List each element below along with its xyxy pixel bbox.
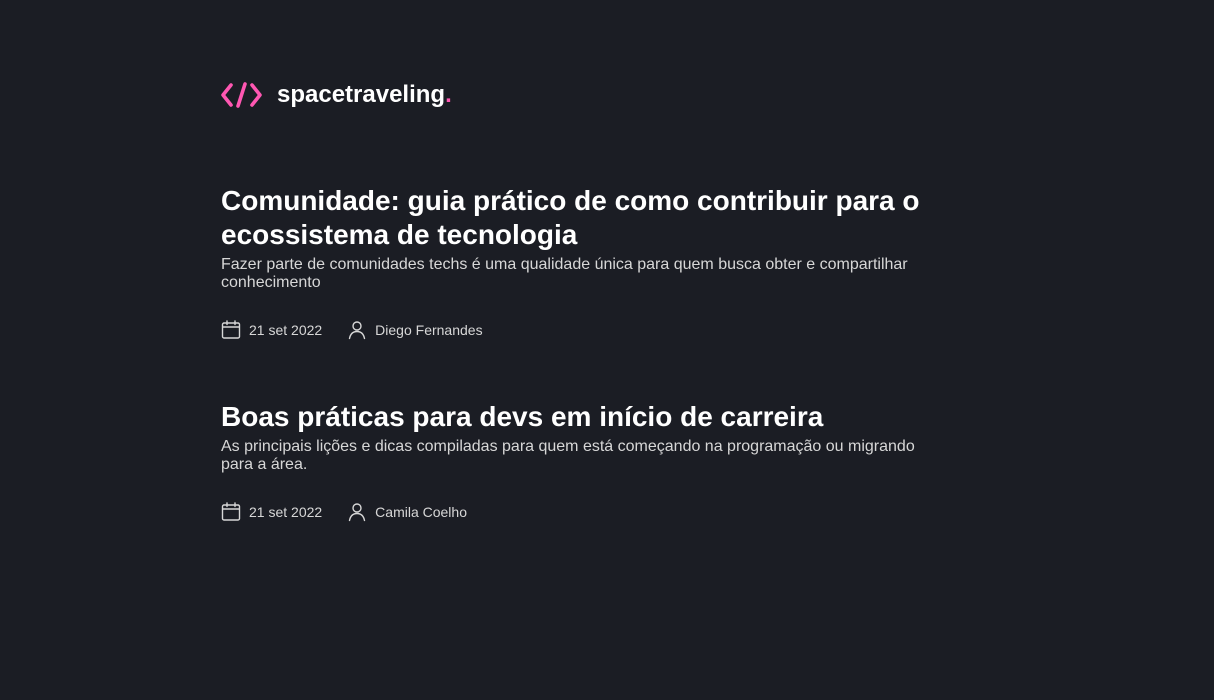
post-author-text: Camila Coelho (375, 504, 467, 520)
post-subtitle: Fazer parte de comunidades techs é uma q… (221, 256, 908, 291)
post-author: Diego Fernandes (347, 320, 483, 340)
post-item[interactable]: Comunidade: guia prático de como contrib… (221, 184, 941, 340)
logo-link[interactable]: spacetraveling . (221, 82, 452, 108)
post-author-text: Diego Fernandes (375, 322, 483, 338)
post-meta: 21 set 2022 Diego Fernandes (221, 320, 941, 340)
post-title[interactable]: Comunidade: guia prático de como contrib… (221, 184, 941, 252)
post-date-text: 21 set 2022 (249, 322, 323, 338)
site-header: spacetraveling . (221, 82, 452, 108)
user-icon (348, 321, 366, 340)
post-date: 21 set 2022 (221, 502, 322, 522)
post-subtitle: As principais lições e dicas compiladas … (221, 438, 915, 473)
post-meta: 21 set 2022 Camila Coelho (221, 502, 941, 522)
brand-dot: . (445, 81, 452, 108)
user-icon (348, 503, 366, 522)
code-brackets-icon (221, 82, 262, 108)
post-date: 21 set 2022 (221, 320, 322, 340)
brand-name: spacetraveling (277, 81, 446, 108)
calendar-icon (221, 502, 241, 521)
post-author: Camila Coelho (347, 502, 467, 522)
post-date-text: 21 set 2022 (249, 504, 323, 520)
post-item[interactable]: Boas práticas para devs em início de car… (221, 400, 941, 522)
post-title[interactable]: Boas práticas para devs em início de car… (221, 400, 941, 434)
calendar-icon (221, 320, 241, 339)
